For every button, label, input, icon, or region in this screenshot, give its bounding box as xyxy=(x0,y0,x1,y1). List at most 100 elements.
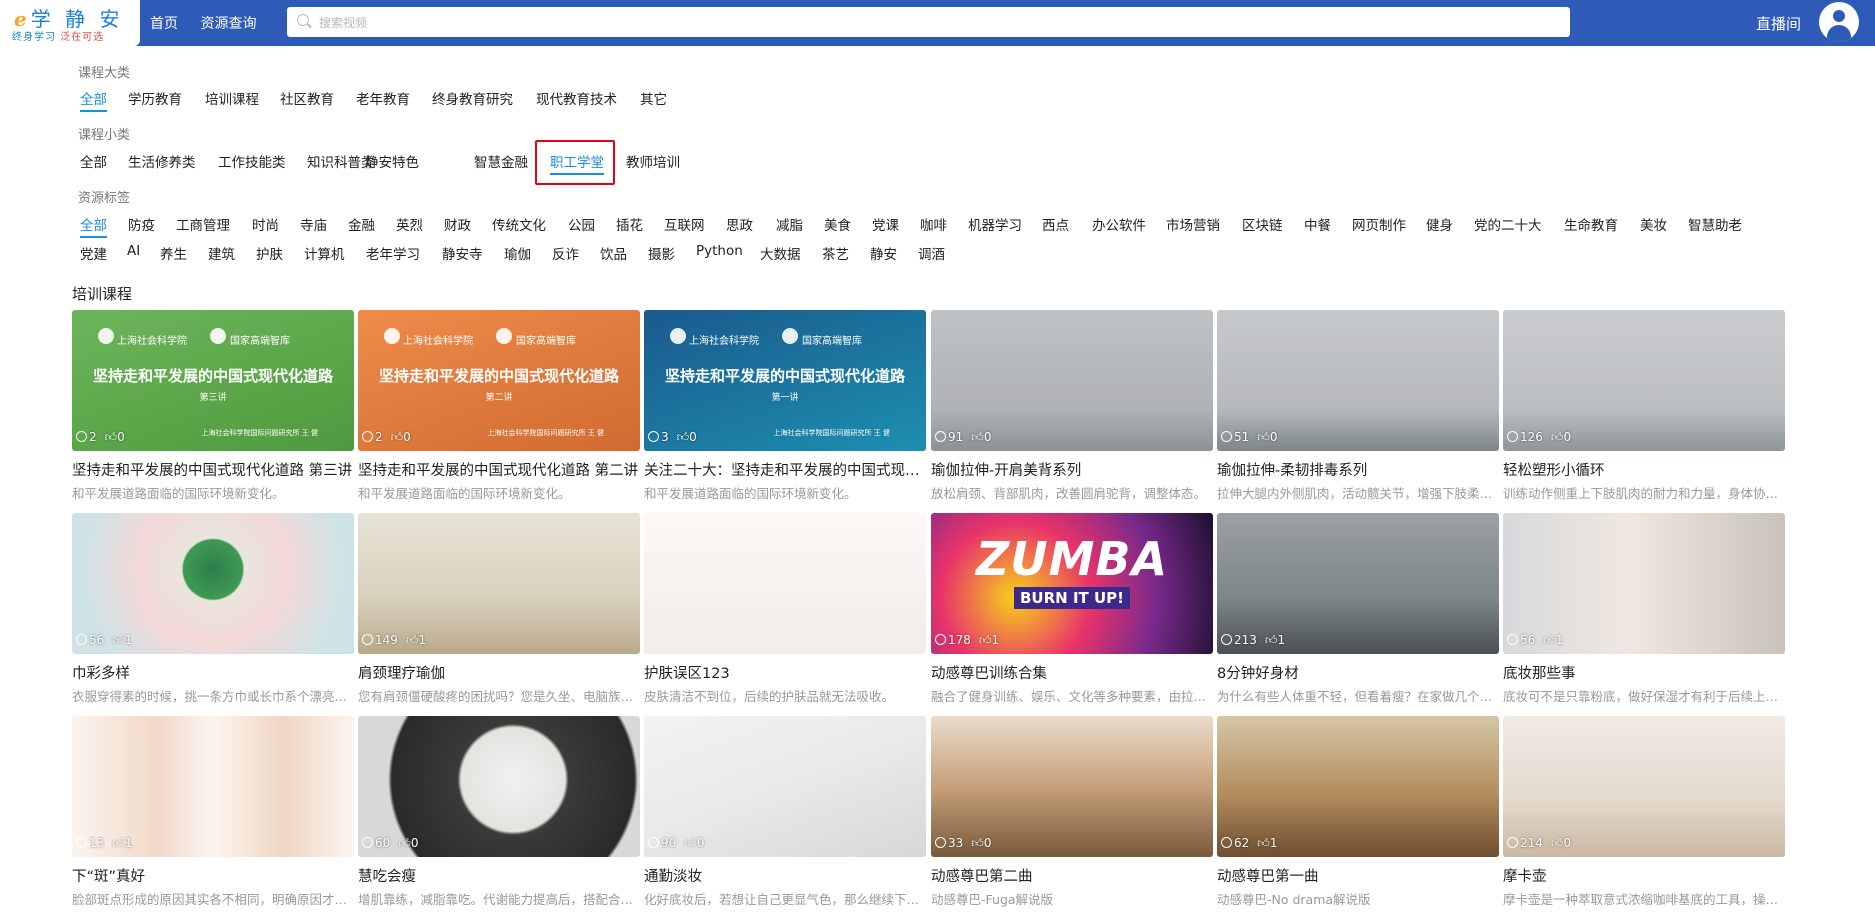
course-card[interactable]: 56 👍︎1 底妆那些事 底妆可不是只靠粉底，做好保湿才有利于后续上妆。 xyxy=(1503,513,1785,705)
filter-option[interactable]: 全部 xyxy=(80,214,107,238)
course-card[interactable]: 90 👍︎0 通勤淡妆 化好底妆后，若想让自己更显气色，那么继续下一步。 xyxy=(644,716,926,908)
filter-option[interactable]: 学历教育 xyxy=(128,88,182,108)
filter-option[interactable]: 金融 xyxy=(348,214,375,234)
filter-option[interactable]: 大数据 xyxy=(760,243,801,263)
course-card[interactable]: 51 👍︎0 瑜伽拉伸-柔韧排毒系列 拉伸大腿内外侧肌肉，活动髋关节，增强下肢柔韧性。 xyxy=(1217,310,1499,502)
course-thumbnail[interactable]: 62 👍︎1 xyxy=(1217,716,1499,857)
filter-option[interactable]: 反诈 xyxy=(552,243,579,263)
filter-option[interactable]: 财政 xyxy=(444,214,471,234)
filter-option[interactable]: 老年教育 xyxy=(356,88,410,108)
nav-resource-link[interactable]: 资源查询 xyxy=(200,16,256,32)
course-thumbnail[interactable]: 213 👍︎1 xyxy=(1217,513,1499,654)
filter-option[interactable]: 生命教育 xyxy=(1564,214,1618,234)
course-title[interactable]: 肩颈理疗瑜伽 xyxy=(358,662,640,682)
course-card[interactable]: 60 👍︎0 慧吃会瘦 增肌靠练，减脂靠吃。代谢能力提高后，搭配合理饮食。 xyxy=(358,716,640,908)
course-thumbnail[interactable]: 56 👍︎1 xyxy=(1503,513,1785,654)
course-card[interactable]: 13 👍︎1 下“斑”真好脸部斑点形成的原因其实各不相同，明确原因才能对症下药。 xyxy=(72,716,354,908)
course-title[interactable]: 护肤误区123 xyxy=(644,662,926,682)
filter-option[interactable]: 教师培训 xyxy=(626,151,680,171)
course-title[interactable]: 底妆那些事 xyxy=(1503,662,1785,682)
filter-option[interactable]: 互联网 xyxy=(664,214,705,234)
filter-option[interactable]: 其它 xyxy=(640,88,667,108)
filter-option[interactable]: 培训课程 xyxy=(205,88,259,108)
course-thumbnail[interactable]: 90 👍︎0 xyxy=(644,716,926,857)
filter-option[interactable]: 茶艺 xyxy=(822,243,849,263)
course-title[interactable]: 坚持走和平发展的中国式现代化道路 第三讲 xyxy=(72,459,354,479)
course-card[interactable]: 126 👍︎0 轻松塑形小循环 训练动作侧重上下肢肌肉的耐力和力量，身体协调性。 xyxy=(1503,310,1785,502)
filter-option[interactable]: 老年学习 xyxy=(366,243,420,263)
filter-option[interactable]: 计算机 xyxy=(304,243,345,263)
course-title[interactable]: 关注二十大：坚持走和平发展的中国式现代化道路 xyxy=(644,459,926,479)
course-card[interactable]: 214 👍︎0 摩卡壶 摩卡壶是一种萃取意式浓缩咖啡基底的工具，操作简单。 xyxy=(1503,716,1785,908)
course-thumbnail[interactable]: 126 👍︎0 xyxy=(1503,310,1785,451)
filter-option[interactable]: 思政 xyxy=(726,214,753,234)
course-title[interactable]: 瑜伽拉伸-开肩美背系列 xyxy=(931,459,1213,479)
filter-option[interactable]: 美食 xyxy=(824,214,851,234)
filter-option[interactable]: 调酒 xyxy=(918,243,945,263)
filter-option[interactable]: 静安寺 xyxy=(442,243,483,263)
filter-option[interactable]: 机器学习 xyxy=(968,214,1022,234)
filter-option[interactable]: 建筑 xyxy=(208,243,235,263)
filter-option[interactable]: 区块链 xyxy=(1242,214,1283,234)
filter-option[interactable]: 工商管理 xyxy=(176,214,230,234)
filter-option[interactable]: AI xyxy=(127,243,140,259)
course-card[interactable]: 上海社会科学院 国家高端智库 坚持走和平发展的中国式现代化道路 第一讲 上海社会科学院国… xyxy=(644,310,926,502)
filter-option[interactable]: 全部 xyxy=(80,151,107,171)
course-card[interactable]: 上海社会科学院 国家高端智库 坚持走和平发展的中国式现代化道路 第三讲 上海社会科学院国… xyxy=(72,310,354,502)
filter-option[interactable]: 养生 xyxy=(160,243,187,263)
course-card[interactable]: 56 👍︎1 巾彩多样 衣服穿得素的时候，挑一条方巾或长巾系个漂亮的结。 xyxy=(72,513,354,705)
filter-option[interactable]: Python xyxy=(696,243,743,259)
course-thumbnail[interactable]: 91 👍︎0 xyxy=(931,310,1213,451)
filter-option[interactable]: 市场营销 xyxy=(1166,214,1220,234)
filter-option[interactable]: 西点 xyxy=(1042,214,1069,234)
course-thumbnail[interactable]: 上海社会科学院 国家高端智库 坚持走和平发展的中国式现代化道路 第三讲 上海社会科学院国… xyxy=(72,310,354,451)
course-title[interactable]: 坚持走和平发展的中国式现代化道路 第二讲 xyxy=(358,459,640,479)
filter-option[interactable]: 党课 xyxy=(872,214,899,234)
course-thumbnail[interactable]: ZUMBA BURN IT UP! 178 👍︎1 xyxy=(931,513,1213,654)
filter-option[interactable]: 静安 xyxy=(870,243,897,263)
filter-option[interactable]: 工作技能类 xyxy=(218,151,286,171)
course-card[interactable]: 149 👍︎1 肩颈理疗瑜伽 您有肩颈僵硬酸疼的困扰吗？您是久坐、电脑族吗？ xyxy=(358,513,640,705)
course-title[interactable]: 慧吃会瘦 xyxy=(358,865,640,885)
filter-option[interactable]: 插花 xyxy=(616,214,643,234)
course-title[interactable]: 动感尊巴训练合集 xyxy=(931,662,1213,682)
filter-option[interactable]: 静安特色 xyxy=(365,151,419,171)
course-card[interactable]: 213 👍︎1 8分钟好身材为什么有些人体重不轻，但看着瘦？在家做几个动作就能有好身… xyxy=(1217,513,1499,705)
filter-option[interactable]: 健身 xyxy=(1426,214,1453,234)
filter-option[interactable]: 英烈 xyxy=(396,214,423,234)
site-logo[interactable]: e学 静 安 终身学习 泛在可选 xyxy=(0,0,140,46)
filter-option[interactable]: 瑜伽 xyxy=(504,243,531,263)
filter-option[interactable]: 传统文化 xyxy=(492,214,546,234)
filter-option[interactable]: 办公软件 xyxy=(1092,214,1146,234)
course-title[interactable]: 下“斑”真好 xyxy=(72,865,354,885)
filter-option[interactable]: 终身教育研究 xyxy=(432,88,513,108)
search-bar[interactable] xyxy=(287,7,1570,37)
course-thumbnail[interactable]: 33 👍︎0 xyxy=(931,716,1213,857)
filter-option[interactable]: 寺庙 xyxy=(300,214,327,234)
user-avatar-icon[interactable] xyxy=(1819,2,1859,42)
course-title[interactable]: 动感尊巴第二曲 xyxy=(931,865,1213,885)
course-card[interactable]: 护肤误区123 皮肤清洁不到位，后续的护肤品就无法吸收。 xyxy=(644,513,926,705)
course-thumbnail[interactable]: 214 👍︎0 xyxy=(1503,716,1785,857)
course-card[interactable]: ZUMBA BURN IT UP! 178 👍︎1 动感尊巴训练合集 融合了健身训练、娱乐… xyxy=(931,513,1213,705)
course-title[interactable]: 摩卡壶 xyxy=(1503,865,1785,885)
course-title[interactable]: 瑜伽拉伸-柔韧排毒系列 xyxy=(1217,459,1499,479)
filter-option[interactable]: 饮品 xyxy=(600,243,627,263)
filter-option[interactable]: 公园 xyxy=(568,214,595,234)
filter-option[interactable]: 减脂 xyxy=(776,214,803,234)
course-thumbnail[interactable]: 上海社会科学院 国家高端智库 坚持走和平发展的中国式现代化道路 第一讲 上海社会科学院国… xyxy=(644,310,926,451)
filter-option[interactable]: 美妆 xyxy=(1640,214,1667,234)
course-thumbnail[interactable]: 51 👍︎0 xyxy=(1217,310,1499,451)
course-title[interactable]: 通勤淡妆 xyxy=(644,865,926,885)
course-title[interactable]: 动感尊巴第一曲 xyxy=(1217,865,1499,885)
filter-option[interactable]: 生活修养类 xyxy=(128,151,196,171)
filter-option[interactable]: 智慧金融 xyxy=(474,151,528,171)
course-thumbnail[interactable]: 上海社会科学院 国家高端智库 坚持走和平发展的中国式现代化道路 第二讲 上海社会科学院国… xyxy=(358,310,640,451)
live-room-link[interactable]: 直播间 xyxy=(1756,13,1801,34)
search-input[interactable] xyxy=(317,12,1561,34)
filter-option[interactable]: 摄影 xyxy=(648,243,675,263)
course-title[interactable]: 8分钟好身材 xyxy=(1217,662,1499,682)
filter-option[interactable]: 党的二十大 xyxy=(1474,214,1542,234)
course-card[interactable]: 91 👍︎0 瑜伽拉伸-开肩美背系列 放松肩颈、背部肌肉，改善圆肩驼背，调整体态。 xyxy=(931,310,1213,502)
course-card[interactable]: 33 👍︎0 动感尊巴第二曲 动感尊巴-Fuga解说版 xyxy=(931,716,1213,908)
